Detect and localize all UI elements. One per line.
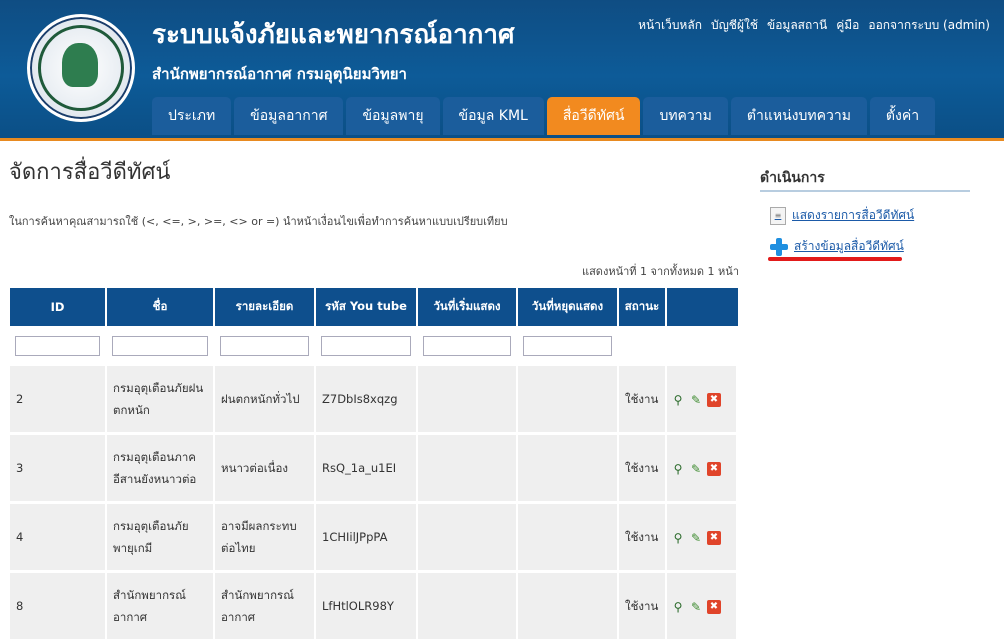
- link-home[interactable]: หน้าเว็บหลัก: [638, 16, 702, 35]
- highlight-underline: [768, 257, 902, 261]
- cell-detail: สำนักพยากรณ์อากาศ: [215, 573, 316, 642]
- tab-settings[interactable]: ตั้งค่า: [869, 97, 936, 135]
- tab-category[interactable]: ประเภท: [152, 97, 232, 135]
- cell-status: ใช้งาน: [619, 504, 667, 573]
- site-subtitle: สำนักพยากรณ์อากาศ กรมอุตุนิยมวิทยา: [152, 65, 407, 83]
- link-station-data[interactable]: ข้อมูลสถานี: [767, 16, 827, 35]
- cell-id: 2: [10, 366, 107, 435]
- page-title: จัดการสื่อวีดีทัศน์: [9, 160, 171, 185]
- cell-status: ใช้งาน: [619, 366, 667, 435]
- tab-storm-data[interactable]: ข้อมูลพายุ: [346, 97, 440, 135]
- cell-youtube: Z7DbIs8xqzg: [316, 366, 418, 435]
- site-header: ระบบแจ้งภัยและพยากรณ์อากาศ สำนักพยากรณ์อ…: [0, 0, 1004, 141]
- main-nav: ประเภท ข้อมูลอากาศ ข้อมูลพายุ ข้อมูล KML…: [152, 97, 936, 135]
- tab-kml-data[interactable]: ข้อมูล KML: [442, 97, 544, 135]
- col-header-status[interactable]: สถานะ: [619, 288, 667, 326]
- cell-end: [518, 504, 619, 573]
- col-header-end-date[interactable]: วันที่หยุดแสดง: [518, 288, 619, 326]
- cell-name: กรมอุตุเตือนภาคอีสานยังหนาวต่อ: [107, 435, 215, 504]
- operations-divider: [760, 190, 970, 192]
- delete-cross-icon[interactable]: ✖: [707, 599, 721, 614]
- tab-articles[interactable]: บทความ: [643, 97, 728, 135]
- cell-id: 4: [10, 504, 107, 573]
- cell-start: [418, 366, 518, 435]
- table-row: 4 กรมอุตุเตือนภัยพายุเกมี อาจมีผลกระทบต่…: [10, 504, 738, 573]
- cell-actions: ⚲ ✎ ✖: [667, 366, 738, 435]
- cell-youtube: RsQ_1a_u1EI: [316, 435, 418, 504]
- view-magnifier-icon[interactable]: ⚲: [671, 600, 685, 614]
- edit-pencil-icon[interactable]: ✎: [689, 531, 703, 545]
- filter-row: [10, 326, 738, 366]
- link-manual[interactable]: คู่มือ: [836, 16, 859, 35]
- cell-start: [418, 504, 518, 573]
- filter-name-input[interactable]: [112, 336, 208, 356]
- site-title: ระบบแจ้งภัยและพยากรณ์อากาศ: [152, 20, 515, 50]
- filter-actions-empty: [667, 326, 738, 366]
- filter-start-date-input[interactable]: [423, 336, 511, 356]
- list-videos-label: แสดงรายการสื่อวีดีทัศน์: [792, 208, 915, 222]
- link-account[interactable]: บัญชีผู้ใช้: [711, 16, 758, 35]
- tab-weather-data[interactable]: ข้อมูลอากาศ: [234, 97, 344, 135]
- col-header-actions: [667, 288, 738, 326]
- cell-status: ใช้งาน: [619, 573, 667, 642]
- cell-detail: ฝนตกหนักทั่วไป: [215, 366, 316, 435]
- delete-cross-icon[interactable]: ✖: [707, 392, 721, 407]
- filter-end-date-input[interactable]: [523, 336, 612, 356]
- grid-header-row: ID ชื่อ รายละเอียด รหัส You tube วันที่เ…: [10, 288, 738, 326]
- video-grid: ID ชื่อ รายละเอียด รหัส You tube วันที่เ…: [10, 288, 738, 642]
- cell-name: กรมอุตุเตือนภัยฝนตกหนัก: [107, 366, 215, 435]
- search-hint: ในการค้นหาคุณสามารถใช้ (<, <=, >, >=, <>…: [9, 215, 508, 228]
- view-magnifier-icon[interactable]: ⚲: [671, 393, 685, 407]
- cell-end: [518, 573, 619, 642]
- filter-status-empty: [619, 326, 667, 366]
- create-video-link[interactable]: สร้างข้อมูลสื่อวีดีทัศน์: [770, 237, 904, 256]
- cell-actions: ⚲ ✎ ✖: [667, 435, 738, 504]
- list-videos-link[interactable]: ≡ แสดงรายการสื่อวีดีทัศน์: [770, 206, 914, 225]
- cell-end: [518, 366, 619, 435]
- table-row: 3 กรมอุตุเตือนภาคอีสานยังหนาวต่อ หนาวต่อ…: [10, 435, 738, 504]
- delete-cross-icon[interactable]: ✖: [707, 461, 721, 476]
- delete-cross-icon[interactable]: ✖: [707, 530, 721, 545]
- view-magnifier-icon[interactable]: ⚲: [671, 462, 685, 476]
- col-header-detail[interactable]: รายละเอียด: [215, 288, 316, 326]
- col-header-youtube[interactable]: รหัส You tube: [316, 288, 418, 326]
- list-document-icon: ≡: [770, 206, 786, 225]
- cell-end: [518, 435, 619, 504]
- pager-summary: แสดงหน้าที่ 1 จากทั้งหมด 1 หน้า: [582, 265, 739, 278]
- cell-name: สำนักพยากรณ์อากาศ: [107, 573, 215, 642]
- tab-article-positions[interactable]: ตำแหน่งบทความ: [730, 97, 867, 135]
- table-row: 2 กรมอุตุเตือนภัยฝนตกหนัก ฝนตกหนักทั่วไป…: [10, 366, 738, 435]
- create-video-label: สร้างข้อมูลสื่อวีดีทัศน์: [794, 239, 904, 253]
- edit-pencil-icon[interactable]: ✎: [689, 462, 703, 476]
- filter-id-input[interactable]: [15, 336, 100, 356]
- cell-status: ใช้งาน: [619, 435, 667, 504]
- view-magnifier-icon[interactable]: ⚲: [671, 531, 685, 545]
- operations-title: ดำเนินการ: [760, 170, 825, 186]
- cell-youtube: 1CHIilJPpPA: [316, 504, 418, 573]
- link-logout[interactable]: ออกจากระบบ (admin): [868, 16, 990, 35]
- logo-figure: [62, 43, 98, 87]
- department-logo-icon[interactable]: [27, 14, 135, 122]
- cell-start: [418, 435, 518, 504]
- cell-actions: ⚲ ✎ ✖: [667, 504, 738, 573]
- cell-start: [418, 573, 518, 642]
- plus-icon: [770, 237, 788, 256]
- tab-video-media[interactable]: สื่อวีดีทัศน์: [546, 97, 641, 135]
- edit-pencil-icon[interactable]: ✎: [689, 600, 703, 614]
- top-links: หน้าเว็บหลัก บัญชีผู้ใช้ ข้อมูลสถานี คู่…: [638, 16, 990, 35]
- cell-name: กรมอุตุเตือนภัยพายุเกมี: [107, 504, 215, 573]
- cell-actions: ⚲ ✎ ✖: [667, 573, 738, 642]
- cell-detail: หนาวต่อเนื่อง: [215, 435, 316, 504]
- cell-youtube: LfHtlOLR98Y: [316, 573, 418, 642]
- cell-detail: อาจมีผลกระทบต่อไทย: [215, 504, 316, 573]
- col-header-name[interactable]: ชื่อ: [107, 288, 215, 326]
- filter-youtube-input[interactable]: [321, 336, 411, 356]
- cell-id: 8: [10, 573, 107, 642]
- edit-pencil-icon[interactable]: ✎: [689, 393, 703, 407]
- col-header-start-date[interactable]: วันที่เริ่มแสดง: [418, 288, 518, 326]
- table-row: 8 สำนักพยากรณ์อากาศ สำนักพยากรณ์อากาศ Lf…: [10, 573, 738, 642]
- cell-id: 3: [10, 435, 107, 504]
- col-header-id[interactable]: ID: [10, 288, 107, 326]
- filter-detail-input[interactable]: [220, 336, 309, 356]
